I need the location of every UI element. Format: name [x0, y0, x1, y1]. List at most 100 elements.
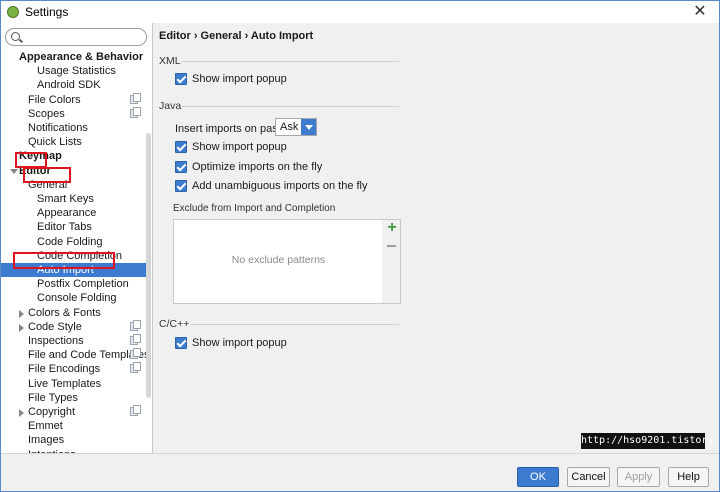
checkbox-checked-icon[interactable] — [175, 141, 187, 153]
insert-imports-value: Ask — [280, 121, 299, 133]
insert-imports-select[interactable]: Ask — [275, 118, 317, 136]
insert-imports-label: Insert imports on paste: — [175, 123, 290, 135]
project-scope-icon — [130, 362, 141, 374]
tree-item[interactable]: Code Folding — [1, 235, 146, 249]
tree-item[interactable]: Appearance & Behavior — [1, 50, 146, 64]
project-scope-icon — [130, 319, 141, 331]
cpp-separator — [190, 324, 399, 325]
search-input[interactable] — [24, 30, 142, 44]
tree-item-label: Code Style — [28, 320, 82, 333]
tree-item-label: Live Templates — [28, 377, 102, 390]
intellij-app-icon — [7, 6, 19, 18]
search-box[interactable] — [5, 28, 147, 46]
tree-item[interactable]: Notifications — [1, 121, 146, 135]
cancel-button[interactable]: Cancel — [567, 467, 610, 487]
sidebar-scrollbar[interactable] — [146, 133, 151, 398]
highlight-general — [23, 167, 71, 183]
tree-item-label: Console Folding — [37, 292, 117, 305]
tree-item[interactable]: Emmet — [1, 419, 146, 433]
tree-item[interactable]: Code Style — [1, 319, 146, 334]
checkbox-checked-icon[interactable] — [175, 161, 187, 173]
tree-item[interactable]: Copyright — [1, 405, 146, 419]
tree-item-label: Scopes — [28, 107, 65, 120]
tree-item-label: File Encodings — [28, 363, 101, 376]
title-bar: Settings ✕ — [1, 1, 719, 23]
exclude-title: Exclude from Import and Completion — [173, 203, 336, 214]
tree-item-label: Appearance — [37, 207, 97, 220]
auto-import-panel: Editor › General › Auto Import XML Show … — [154, 23, 719, 453]
plus-icon[interactable]: + — [385, 220, 399, 236]
breadcrumb: Editor › General › Auto Import — [159, 30, 314, 42]
checkbox-label: Show import popup — [192, 337, 287, 349]
tree-item-label: Emmet — [28, 420, 63, 433]
minus-icon[interactable] — [386, 240, 398, 252]
tree-item[interactable]: Scopes — [1, 106, 146, 121]
checkbox-checked-icon[interactable] — [175, 337, 187, 349]
project-scope-icon — [130, 334, 141, 345]
highlight-editor — [15, 152, 47, 168]
tree-item[interactable]: Console Folding — [1, 291, 146, 305]
tree-item-label: Quick Lists — [28, 136, 82, 149]
tree-item-label: Copyright — [28, 406, 76, 418]
tree-item-label: Appearance & Behavior — [19, 51, 144, 63]
expand-arrow-icon[interactable] — [10, 168, 18, 174]
checkbox-checked-icon[interactable] — [175, 180, 187, 192]
checkbox-label: Optimize imports on the fly — [192, 161, 323, 173]
tree-item-label: Colors & Fonts — [28, 306, 101, 319]
tree-item-label: Android SDK — [37, 79, 101, 92]
help-button[interactable]: Help — [668, 467, 709, 487]
tree-item[interactable]: Editor Tabs — [1, 220, 146, 234]
checkbox-label: Add unambiguous imports on the fly — [192, 180, 368, 192]
collapse-arrow-icon[interactable] — [19, 323, 24, 332]
checkbox-checked-icon[interactable] — [175, 73, 187, 85]
tree-item[interactable]: File Encodings — [1, 362, 146, 376]
chevron-down-icon[interactable] — [301, 119, 316, 135]
settings-window: Settings ✕ Appearance & Behavior Usage St… — [0, 0, 720, 492]
ok-button[interactable]: OK — [517, 467, 559, 487]
xml-section-label: XML — [159, 55, 181, 67]
tree-item[interactable]: File Colors — [1, 92, 146, 107]
highlight-auto-import — [13, 252, 115, 269]
exclude-patterns-list[interactable]: No exclude patterns — [173, 219, 401, 304]
checkbox-label: Show import popup — [192, 141, 287, 153]
project-scope-icon — [130, 106, 141, 118]
tree-item[interactable]: Postfix Completion — [1, 277, 146, 291]
cpp-section-label: C/C++ — [159, 318, 190, 330]
tree-item[interactable]: Appearance — [1, 206, 146, 220]
tree-item-label: Postfix Completion — [37, 278, 129, 291]
tree-item[interactable]: Quick Lists — [1, 135, 146, 149]
tree-item-label: Code Folding — [37, 235, 103, 248]
java-section-label: Java — [159, 100, 182, 112]
collapse-arrow-icon[interactable] — [19, 309, 24, 318]
java-separator — [182, 106, 399, 107]
dialog-footer: OK Cancel Apply Help — [1, 453, 719, 491]
close-icon[interactable]: ✕ — [689, 2, 711, 22]
project-scope-icon — [130, 405, 141, 416]
tree-item[interactable]: File Types — [1, 391, 146, 405]
tree-item-label: Images — [28, 434, 65, 447]
tree-item-label: Smart Keys — [37, 193, 94, 205]
tree-item[interactable]: Images — [1, 433, 146, 447]
tree-item[interactable]: Android SDK — [1, 78, 146, 92]
tree-item[interactable]: File and Code Templates — [1, 348, 149, 362]
tree-item[interactable]: Live Templates — [1, 377, 146, 391]
checkbox-label: Show import popup — [192, 73, 287, 85]
window-title: Settings — [25, 5, 69, 19]
tree-item-label: File Colors — [28, 93, 81, 106]
apply-button[interactable]: Apply — [617, 467, 660, 487]
project-scope-icon — [130, 348, 141, 360]
tree-item-label: Editor Tabs — [37, 221, 92, 234]
empty-list-text: No exclude patterns — [231, 254, 326, 266]
watermark-url: http://hso9201.tistory.com — [581, 433, 720, 449]
tree-item[interactable]: Colors & Fonts — [1, 306, 146, 320]
tree-item-label: Inspections — [28, 335, 84, 347]
tree-item[interactable]: Inspections — [1, 334, 146, 348]
tree-item[interactable]: Smart Keys — [1, 192, 146, 206]
collapse-arrow-icon[interactable] — [19, 409, 24, 417]
tree-item[interactable]: Usage Statistics — [1, 64, 146, 78]
tree-item-label: Usage Statistics — [37, 65, 116, 78]
project-scope-icon — [130, 92, 141, 104]
tree-item-label: Notifications — [28, 122, 88, 134]
settings-sidebar: Appearance & Behavior Usage Statistics And… — [1, 23, 153, 453]
tree-item-label: File Types — [28, 391, 78, 404]
